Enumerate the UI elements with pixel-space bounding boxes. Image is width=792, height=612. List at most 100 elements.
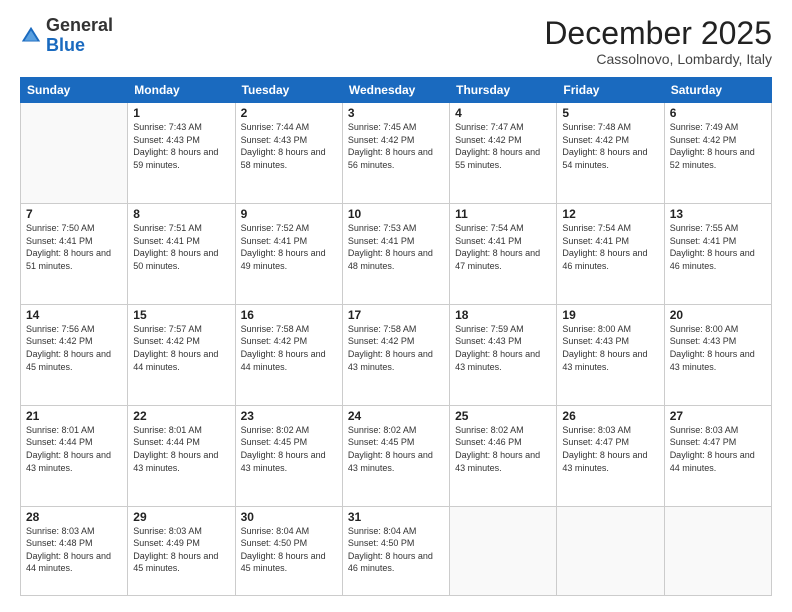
- table-row: 27 Sunrise: 8:03 AMSunset: 4:47 PMDaylig…: [664, 405, 771, 506]
- table-row: 26 Sunrise: 8:03 AMSunset: 4:47 PMDaylig…: [557, 405, 664, 506]
- day-number: 30: [241, 510, 337, 524]
- title-block: December 2025 Cassolnovo, Lombardy, Ital…: [544, 16, 772, 67]
- day-detail: Sunrise: 8:01 AMSunset: 4:44 PMDaylight:…: [26, 424, 122, 474]
- header-thursday: Thursday: [450, 78, 557, 103]
- day-number: 8: [133, 207, 229, 221]
- day-number: 20: [670, 308, 766, 322]
- header-tuesday: Tuesday: [235, 78, 342, 103]
- page: General Blue December 2025 Cassolnovo, L…: [0, 0, 792, 612]
- day-number: 9: [241, 207, 337, 221]
- table-row: 13 Sunrise: 7:55 AMSunset: 4:41 PMDaylig…: [664, 204, 771, 305]
- day-detail: Sunrise: 7:59 AMSunset: 4:43 PMDaylight:…: [455, 323, 551, 373]
- table-row: 15 Sunrise: 7:57 AMSunset: 4:42 PMDaylig…: [128, 304, 235, 405]
- day-detail: Sunrise: 8:02 AMSunset: 4:45 PMDaylight:…: [241, 424, 337, 474]
- day-number: 6: [670, 106, 766, 120]
- day-detail: Sunrise: 7:43 AMSunset: 4:43 PMDaylight:…: [133, 121, 229, 171]
- day-number: 21: [26, 409, 122, 423]
- table-row: 31 Sunrise: 8:04 AMSunset: 4:50 PMDaylig…: [342, 506, 449, 595]
- header-wednesday: Wednesday: [342, 78, 449, 103]
- day-detail: Sunrise: 7:48 AMSunset: 4:42 PMDaylight:…: [562, 121, 658, 171]
- day-number: 5: [562, 106, 658, 120]
- day-detail: Sunrise: 7:54 AMSunset: 4:41 PMDaylight:…: [455, 222, 551, 272]
- table-row: [664, 506, 771, 595]
- day-number: 19: [562, 308, 658, 322]
- day-detail: Sunrise: 7:58 AMSunset: 4:42 PMDaylight:…: [348, 323, 444, 373]
- day-detail: Sunrise: 7:51 AMSunset: 4:41 PMDaylight:…: [133, 222, 229, 272]
- day-number: 7: [26, 207, 122, 221]
- day-number: 27: [670, 409, 766, 423]
- day-detail: Sunrise: 8:04 AMSunset: 4:50 PMDaylight:…: [241, 525, 337, 575]
- table-row: 10 Sunrise: 7:53 AMSunset: 4:41 PMDaylig…: [342, 204, 449, 305]
- day-number: 16: [241, 308, 337, 322]
- day-detail: Sunrise: 8:03 AMSunset: 4:48 PMDaylight:…: [26, 525, 122, 575]
- table-row: 20 Sunrise: 8:00 AMSunset: 4:43 PMDaylig…: [664, 304, 771, 405]
- header-friday: Friday: [557, 78, 664, 103]
- table-row: 17 Sunrise: 7:58 AMSunset: 4:42 PMDaylig…: [342, 304, 449, 405]
- day-number: 2: [241, 106, 337, 120]
- day-detail: Sunrise: 7:44 AMSunset: 4:43 PMDaylight:…: [241, 121, 337, 171]
- day-number: 4: [455, 106, 551, 120]
- logo-blue: Blue: [46, 35, 85, 55]
- day-detail: Sunrise: 8:03 AMSunset: 4:47 PMDaylight:…: [562, 424, 658, 474]
- table-row: 1 Sunrise: 7:43 AMSunset: 4:43 PMDayligh…: [128, 103, 235, 204]
- day-detail: Sunrise: 8:00 AMSunset: 4:43 PMDaylight:…: [670, 323, 766, 373]
- day-number: 11: [455, 207, 551, 221]
- day-detail: Sunrise: 7:53 AMSunset: 4:41 PMDaylight:…: [348, 222, 444, 272]
- table-row: 28 Sunrise: 8:03 AMSunset: 4:48 PMDaylig…: [21, 506, 128, 595]
- day-detail: Sunrise: 8:03 AMSunset: 4:49 PMDaylight:…: [133, 525, 229, 575]
- day-number: 13: [670, 207, 766, 221]
- table-row: 9 Sunrise: 7:52 AMSunset: 4:41 PMDayligh…: [235, 204, 342, 305]
- table-row: 7 Sunrise: 7:50 AMSunset: 4:41 PMDayligh…: [21, 204, 128, 305]
- day-detail: Sunrise: 7:50 AMSunset: 4:41 PMDaylight:…: [26, 222, 122, 272]
- day-detail: Sunrise: 7:57 AMSunset: 4:42 PMDaylight:…: [133, 323, 229, 373]
- table-row: 11 Sunrise: 7:54 AMSunset: 4:41 PMDaylig…: [450, 204, 557, 305]
- day-detail: Sunrise: 8:02 AMSunset: 4:45 PMDaylight:…: [348, 424, 444, 474]
- header-saturday: Saturday: [664, 78, 771, 103]
- day-detail: Sunrise: 7:49 AMSunset: 4:42 PMDaylight:…: [670, 121, 766, 171]
- day-number: 12: [562, 207, 658, 221]
- table-row: 22 Sunrise: 8:01 AMSunset: 4:44 PMDaylig…: [128, 405, 235, 506]
- header: General Blue December 2025 Cassolnovo, L…: [20, 16, 772, 67]
- day-number: 29: [133, 510, 229, 524]
- day-number: 10: [348, 207, 444, 221]
- table-row: [21, 103, 128, 204]
- header-sunday: Sunday: [21, 78, 128, 103]
- day-detail: Sunrise: 8:01 AMSunset: 4:44 PMDaylight:…: [133, 424, 229, 474]
- table-row: [557, 506, 664, 595]
- table-row: 24 Sunrise: 8:02 AMSunset: 4:45 PMDaylig…: [342, 405, 449, 506]
- table-row: 6 Sunrise: 7:49 AMSunset: 4:42 PMDayligh…: [664, 103, 771, 204]
- day-number: 14: [26, 308, 122, 322]
- table-row: 5 Sunrise: 7:48 AMSunset: 4:42 PMDayligh…: [557, 103, 664, 204]
- day-number: 22: [133, 409, 229, 423]
- table-row: 21 Sunrise: 8:01 AMSunset: 4:44 PMDaylig…: [21, 405, 128, 506]
- day-detail: Sunrise: 7:52 AMSunset: 4:41 PMDaylight:…: [241, 222, 337, 272]
- logo: General Blue: [20, 16, 113, 56]
- day-detail: Sunrise: 7:45 AMSunset: 4:42 PMDaylight:…: [348, 121, 444, 171]
- calendar-table: Sunday Monday Tuesday Wednesday Thursday…: [20, 77, 772, 596]
- logo-text: General Blue: [46, 16, 113, 56]
- table-row: [450, 506, 557, 595]
- table-row: 2 Sunrise: 7:44 AMSunset: 4:43 PMDayligh…: [235, 103, 342, 204]
- table-row: 23 Sunrise: 8:02 AMSunset: 4:45 PMDaylig…: [235, 405, 342, 506]
- table-row: 16 Sunrise: 7:58 AMSunset: 4:42 PMDaylig…: [235, 304, 342, 405]
- table-row: 8 Sunrise: 7:51 AMSunset: 4:41 PMDayligh…: [128, 204, 235, 305]
- day-number: 3: [348, 106, 444, 120]
- day-number: 26: [562, 409, 658, 423]
- location-subtitle: Cassolnovo, Lombardy, Italy: [544, 51, 772, 67]
- day-number: 1: [133, 106, 229, 120]
- logo-icon: [20, 25, 42, 47]
- day-detail: Sunrise: 7:54 AMSunset: 4:41 PMDaylight:…: [562, 222, 658, 272]
- day-number: 17: [348, 308, 444, 322]
- month-title: December 2025: [544, 16, 772, 51]
- table-row: 19 Sunrise: 8:00 AMSunset: 4:43 PMDaylig…: [557, 304, 664, 405]
- day-number: 28: [26, 510, 122, 524]
- day-number: 18: [455, 308, 551, 322]
- table-row: 4 Sunrise: 7:47 AMSunset: 4:42 PMDayligh…: [450, 103, 557, 204]
- table-row: 29 Sunrise: 8:03 AMSunset: 4:49 PMDaylig…: [128, 506, 235, 595]
- day-number: 23: [241, 409, 337, 423]
- day-number: 25: [455, 409, 551, 423]
- table-row: 30 Sunrise: 8:04 AMSunset: 4:50 PMDaylig…: [235, 506, 342, 595]
- day-detail: Sunrise: 7:47 AMSunset: 4:42 PMDaylight:…: [455, 121, 551, 171]
- day-detail: Sunrise: 7:55 AMSunset: 4:41 PMDaylight:…: [670, 222, 766, 272]
- day-number: 31: [348, 510, 444, 524]
